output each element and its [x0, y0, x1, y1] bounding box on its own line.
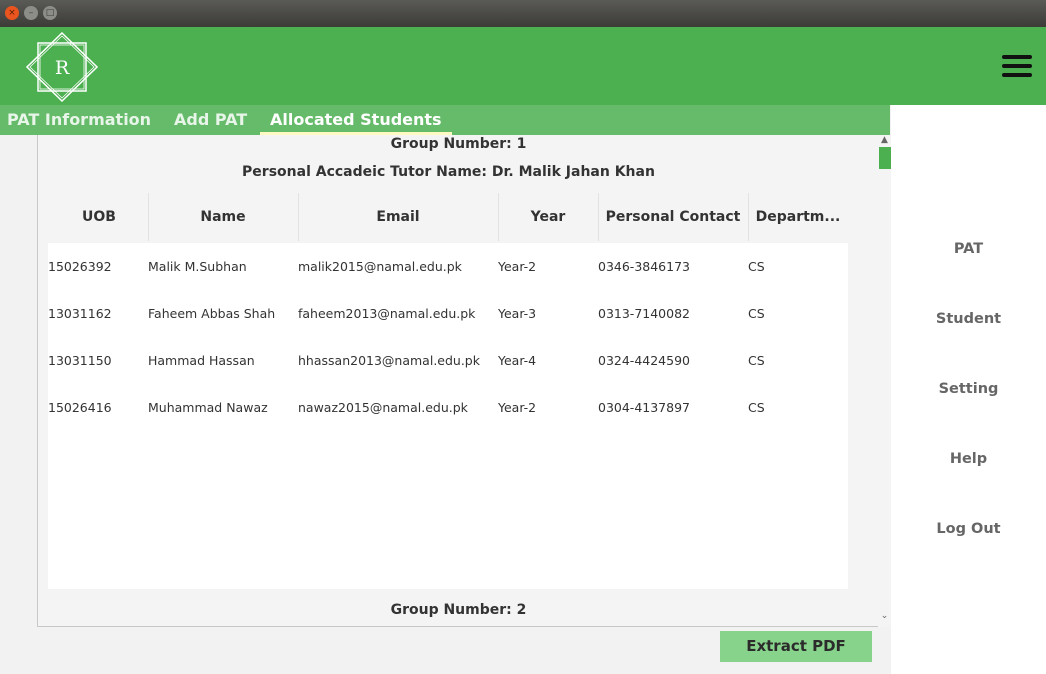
cell-name: Faheem Abbas Shah	[148, 306, 276, 321]
tab-bar: PAT Information Add PAT Allocated Studen…	[0, 105, 890, 135]
sidebar-item-setting[interactable]: Setting	[891, 381, 1046, 397]
cell-year: Year-3	[498, 306, 537, 321]
cell-email: malik2015@namal.edu.pk	[298, 259, 462, 274]
table-row[interactable]: 13031150 Hammad Hassan hhassan2013@namal…	[48, 337, 848, 384]
window-minimize-button[interactable]: –	[24, 6, 38, 20]
allocated-students-panel: Group Number: 1 Personal Accadeic Tutor …	[37, 135, 878, 627]
window-maximize-button[interactable]: □	[43, 6, 57, 20]
sidebar-item-student[interactable]: Student	[891, 311, 1046, 327]
window-close-button[interactable]: ×	[5, 6, 19, 20]
table-row[interactable]: 15026392 Malik M.Subhan malik2015@namal.…	[48, 243, 848, 290]
cell-year: Year-2	[498, 259, 537, 274]
column-header-department[interactable]: Departm...	[748, 209, 848, 225]
cell-name: Muhammad Nawaz	[148, 400, 268, 415]
hamburger-menu-icon[interactable]	[1002, 55, 1032, 77]
app-header: R	[0, 27, 1046, 105]
table-row[interactable]: 15026416 Muhammad Nawaz nawaz2015@namal.…	[48, 384, 848, 431]
cell-name: Hammad Hassan	[148, 353, 255, 368]
cell-email: nawaz2015@namal.edu.pk	[298, 400, 468, 415]
cell-contact: 0304-4137897	[598, 400, 690, 415]
group-number-title: Group Number: 1	[390, 136, 527, 152]
tab-add-pat[interactable]: Add PAT	[174, 105, 247, 135]
extract-pdf-button[interactable]: Extract PDF	[720, 631, 872, 662]
cell-department: CS	[748, 400, 765, 415]
students-table: 15026392 Malik M.Subhan malik2015@namal.…	[48, 243, 848, 589]
cell-year: Year-4	[498, 353, 537, 368]
window-titlebar: × – □	[0, 0, 1046, 27]
column-header-personal-contact[interactable]: Personal Contact	[598, 209, 748, 225]
tab-pat-information[interactable]: PAT Information	[7, 105, 151, 135]
app-logo: R	[25, 31, 99, 103]
content-scrollbar[interactable]: ▲ ⌄	[878, 135, 891, 627]
cell-uob: 15026392	[48, 259, 112, 274]
cell-name: Malik M.Subhan	[148, 259, 247, 274]
cell-uob: 15026416	[48, 400, 112, 415]
scroll-up-icon[interactable]: ▲	[878, 135, 891, 145]
sidebar-item-log-out[interactable]: Log Out	[891, 521, 1046, 537]
scroll-down-icon[interactable]: ⌄	[878, 611, 891, 621]
cell-department: CS	[748, 306, 765, 321]
table-row[interactable]: 13031162 Faheem Abbas Shah faheem2013@na…	[48, 290, 848, 337]
column-header-email[interactable]: Email	[298, 209, 498, 225]
cell-department: CS	[748, 259, 765, 274]
cell-uob: 13031150	[48, 353, 112, 368]
cell-contact: 0313-7140082	[598, 306, 690, 321]
cell-email: hhassan2013@namal.edu.pk	[298, 353, 480, 368]
column-header-uob[interactable]: UOB	[58, 209, 140, 225]
sidebar: PAT Student Setting Help Log Out	[891, 105, 1046, 674]
sidebar-item-help[interactable]: Help	[891, 451, 1046, 467]
scroll-thumb[interactable]	[879, 147, 891, 169]
column-header-name[interactable]: Name	[148, 209, 298, 225]
tutor-name-title: Personal Accadeic Tutor Name: Dr. Malik …	[242, 164, 655, 180]
cell-department: CS	[748, 353, 765, 368]
logo-letter: R	[55, 57, 70, 79]
logo-emblem-icon: R	[25, 31, 99, 103]
cell-uob: 13031162	[48, 306, 112, 321]
cell-year: Year-2	[498, 400, 537, 415]
tab-allocated-students[interactable]: Allocated Students	[260, 105, 452, 135]
cell-email: faheem2013@namal.edu.pk	[298, 306, 476, 321]
cell-contact: 0346-3846173	[598, 259, 690, 274]
cell-contact: 0324-4424590	[598, 353, 690, 368]
group-number-title: Group Number: 2	[390, 602, 527, 618]
column-header-year[interactable]: Year	[498, 209, 598, 225]
sidebar-item-pat[interactable]: PAT	[891, 241, 1046, 257]
